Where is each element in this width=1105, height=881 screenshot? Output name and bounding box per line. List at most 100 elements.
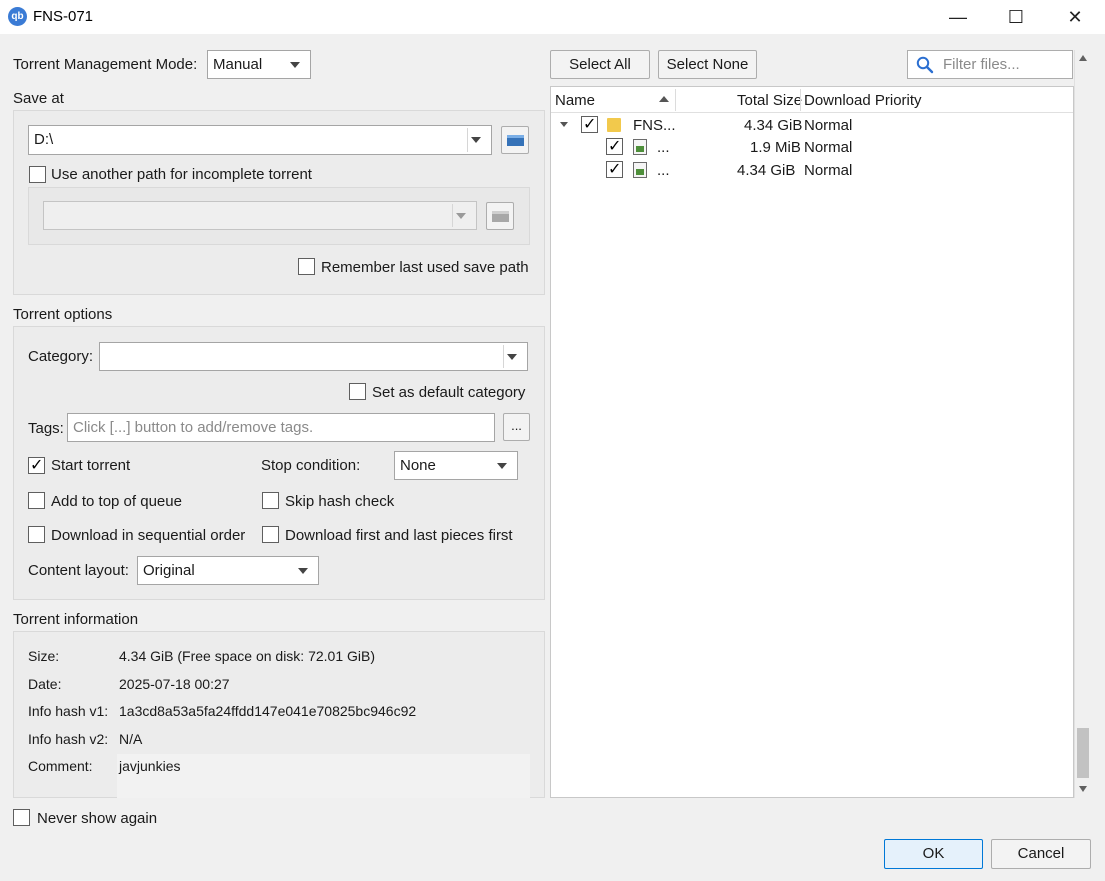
tags-placeholder: Click [...] button to add/remove tags. <box>73 419 314 436</box>
select-none-button[interactable]: Select None <box>658 50 757 79</box>
management-mode-label: Torrent Management Mode: <box>13 56 198 73</box>
torrent-info-group-label: Torrent information <box>13 611 139 628</box>
file-row-priority[interactable]: Normal <box>804 117 852 134</box>
column-header-total-size[interactable]: Total Size <box>737 92 802 109</box>
file-row-checkbox[interactable] <box>606 136 623 155</box>
remember-save-path-checkbox[interactable] <box>298 258 315 275</box>
content-layout-select[interactable]: Original <box>137 556 319 585</box>
chevron-down-icon <box>298 568 308 574</box>
scroll-down-icon[interactable] <box>1079 786 1087 792</box>
incomplete-path-checkbox[interactable] <box>29 166 46 183</box>
first-last-pieces-checkbox[interactable] <box>262 526 279 543</box>
default-category-checkbox[interactable] <box>349 383 366 400</box>
file-tree-row[interactable]: ... 1.9 MiB Normal <box>551 136 1073 158</box>
filter-files-input[interactable]: Filter files... <box>907 50 1073 79</box>
vertical-scrollbar[interactable] <box>1074 50 1091 798</box>
file-tree-header: Name Total Size Download Priority <box>551 87 1073 113</box>
folder-icon <box>507 135 524 146</box>
file-tree-row[interactable]: ... 4.34 GiB Normal <box>551 159 1073 181</box>
start-torrent-checkbox[interactable] <box>28 455 45 474</box>
sort-ascending-icon <box>659 96 669 102</box>
tags-input[interactable]: Click [...] button to add/remove tags. <box>67 413 495 442</box>
save-path-combo[interactable]: D:\ <box>28 125 492 155</box>
incomplete-path-combo[interactable] <box>43 201 477 230</box>
file-row-size: 1.9 MiB <box>750 139 801 156</box>
incomplete-path-label: Use another path for incomplete torrent <box>51 166 312 183</box>
size-label: Size: <box>28 648 60 664</box>
file-row-name: FNS... <box>633 117 676 134</box>
never-show-again-checkbox[interactable] <box>13 809 30 826</box>
content-layout-value: Original <box>143 562 195 579</box>
file-row-priority[interactable]: Normal <box>804 162 852 179</box>
info-hash-v1-value: 1a3cd8a53a5fa24ffdd147e041e70825bc946c92 <box>119 703 417 719</box>
file-row-checkbox[interactable] <box>581 114 598 133</box>
remember-save-path-label: Remember last used save path <box>321 259 529 276</box>
never-show-again-label: Never show again <box>37 810 158 827</box>
file-tree[interactable]: Name Total Size Download Priority FNS...… <box>550 86 1074 798</box>
browse-incomplete-path-button[interactable] <box>486 202 514 230</box>
file-tree-row[interactable]: FNS... 4.34 GiB Normal <box>551 114 1073 136</box>
file-row-size: 4.34 GiB <box>737 162 796 179</box>
first-last-pieces-label: Download first and last pieces first <box>285 527 513 544</box>
chevron-down-icon <box>471 137 481 143</box>
file-row-checkbox[interactable] <box>606 159 623 178</box>
sequential-order-checkbox[interactable] <box>28 526 45 543</box>
collapse-arrow-icon[interactable] <box>560 122 568 127</box>
start-torrent-label: Start torrent <box>51 457 131 474</box>
edit-tags-button[interactable]: ... <box>503 413 530 441</box>
maximize-icon: ☐ <box>1007 6 1025 27</box>
scrollbar-thumb[interactable] <box>1077 728 1089 778</box>
sequential-order-label: Download in sequential order <box>51 527 246 544</box>
filter-files-placeholder: Filter files... <box>943 56 1020 73</box>
video-file-icon <box>633 139 647 155</box>
close-button[interactable]: ✕ <box>1046 0 1104 34</box>
minimize-icon: — <box>949 6 967 27</box>
chevron-down-icon <box>290 62 300 68</box>
minimize-button[interactable]: — <box>929 0 987 34</box>
add-top-queue-checkbox[interactable] <box>28 492 45 509</box>
stop-condition-select[interactable]: None <box>394 451 518 480</box>
add-top-queue-label: Add to top of queue <box>51 493 182 510</box>
folder-icon <box>607 118 621 132</box>
save-path-value: D:\ <box>34 131 54 148</box>
file-row-name: ... <box>657 162 670 179</box>
stop-condition-value: None <box>400 457 436 474</box>
window-title: FNS-071 <box>33 8 94 25</box>
skip-hash-checkbox[interactable] <box>262 492 279 509</box>
management-mode-select[interactable]: Manual <box>207 50 311 79</box>
chevron-down-icon <box>497 463 507 469</box>
torrent-options-group-label: Torrent options <box>13 306 113 323</box>
file-row-name: ... <box>657 139 670 156</box>
content-layout-label: Content layout: <box>28 562 129 579</box>
browse-save-path-button[interactable] <box>501 126 529 154</box>
stop-condition-label: Stop condition: <box>261 457 361 474</box>
ok-button[interactable]: OK <box>884 839 983 869</box>
chevron-down-icon <box>456 213 466 219</box>
column-header-priority[interactable]: Download Priority <box>804 92 922 109</box>
info-hash-v1-label: Info hash v1: <box>28 703 109 719</box>
category-label: Category: <box>28 348 94 365</box>
management-mode-value: Manual <box>213 56 263 73</box>
comment-value: javjunkies <box>119 758 181 774</box>
info-hash-v2-value: N/A <box>119 731 143 747</box>
select-all-button[interactable]: Select All <box>550 50 650 79</box>
tags-label: Tags: <box>28 420 64 437</box>
chevron-down-icon <box>507 354 517 360</box>
maximize-button[interactable]: ☐ <box>987 0 1045 34</box>
category-combo[interactable] <box>99 342 528 371</box>
cancel-button[interactable]: Cancel <box>991 839 1091 869</box>
search-icon <box>916 56 934 74</box>
scroll-up-icon[interactable] <box>1079 55 1087 61</box>
date-label: Date: <box>28 676 62 692</box>
save-at-group-label: Save at <box>13 90 64 107</box>
qbittorrent-app-icon: qb <box>8 7 27 26</box>
info-hash-v2-label: Info hash v2: <box>28 731 109 747</box>
title-bar: qb FNS-071 — ☐ ✕ <box>0 0 1105 34</box>
close-icon: ✕ <box>1067 6 1083 27</box>
comment-label: Comment: <box>28 758 93 774</box>
file-row-priority[interactable]: Normal <box>804 139 852 156</box>
column-header-name[interactable]: Name <box>555 92 595 109</box>
default-category-label: Set as default category <box>372 384 526 401</box>
folder-icon <box>492 211 509 222</box>
size-value: 4.34 GiB (Free space on disk: 72.01 GiB) <box>119 648 376 664</box>
